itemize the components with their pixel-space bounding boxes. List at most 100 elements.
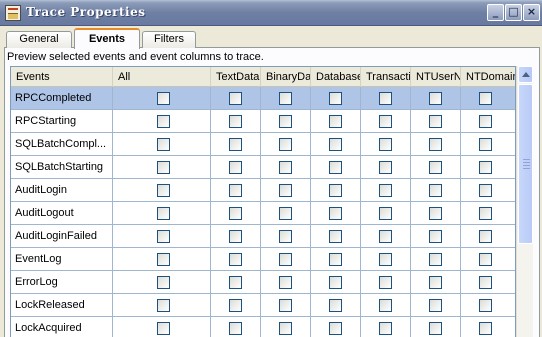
column-header[interactable]: BinaryData [261, 67, 311, 87]
event-column-checkbox[interactable] [379, 207, 392, 220]
event-row[interactable]: RPCStarting [11, 110, 515, 133]
column-header[interactable]: TextData [211, 67, 261, 87]
event-column-checkbox[interactable] [229, 276, 242, 289]
event-column-checkbox[interactable] [229, 299, 242, 312]
column-header[interactable]: TransactionID [361, 67, 411, 87]
event-column-checkbox[interactable] [229, 230, 242, 243]
event-column-checkbox[interactable] [157, 92, 170, 105]
event-column-checkbox[interactable] [329, 115, 342, 128]
event-column-checkbox[interactable] [429, 253, 442, 266]
event-column-checkbox[interactable] [279, 92, 292, 105]
event-column-checkbox[interactable] [229, 207, 242, 220]
event-column-checkbox[interactable] [279, 115, 292, 128]
vertical-scrollbar[interactable] [516, 66, 533, 337]
column-header[interactable]: NTDomainName [461, 67, 515, 87]
event-column-checkbox[interactable] [279, 322, 292, 335]
event-column-checkbox[interactable] [379, 92, 392, 105]
event-column-checkbox[interactable] [157, 322, 170, 335]
event-column-checkbox[interactable] [329, 276, 342, 289]
event-row[interactable]: LockAcquired [11, 317, 515, 337]
event-column-checkbox[interactable] [329, 92, 342, 105]
maximize-button[interactable]: □ [505, 4, 522, 21]
event-column-checkbox[interactable] [379, 230, 392, 243]
event-column-checkbox[interactable] [229, 253, 242, 266]
scroll-thumb[interactable] [518, 84, 533, 244]
event-column-checkbox[interactable] [279, 138, 292, 151]
event-column-checkbox[interactable] [329, 138, 342, 151]
event-row[interactable]: SQLBatchStarting [11, 156, 515, 179]
event-column-checkbox[interactable] [329, 184, 342, 197]
close-button[interactable]: × [523, 4, 540, 21]
event-column-checkbox[interactable] [479, 299, 492, 312]
event-row[interactable]: ErrorLog [11, 271, 515, 294]
event-column-checkbox[interactable] [429, 299, 442, 312]
event-column-checkbox[interactable] [479, 322, 492, 335]
event-column-checkbox[interactable] [229, 138, 242, 151]
event-column-checkbox[interactable] [479, 115, 492, 128]
event-column-checkbox[interactable] [429, 184, 442, 197]
event-column-checkbox[interactable] [329, 207, 342, 220]
event-column-checkbox[interactable] [157, 138, 170, 151]
event-column-checkbox[interactable] [279, 230, 292, 243]
event-column-checkbox[interactable] [479, 207, 492, 220]
event-column-checkbox[interactable] [379, 253, 392, 266]
event-column-checkbox[interactable] [479, 276, 492, 289]
event-column-checkbox[interactable] [429, 276, 442, 289]
event-column-checkbox[interactable] [429, 115, 442, 128]
event-column-checkbox[interactable] [279, 253, 292, 266]
event-column-checkbox[interactable] [479, 184, 492, 197]
event-column-checkbox[interactable] [329, 322, 342, 335]
event-row[interactable]: AuditLogout [11, 202, 515, 225]
event-column-checkbox[interactable] [329, 161, 342, 174]
event-row[interactable]: SQLBatchCompl... [11, 133, 515, 156]
event-column-checkbox[interactable] [379, 161, 392, 174]
event-column-checkbox[interactable] [429, 322, 442, 335]
event-column-checkbox[interactable] [429, 161, 442, 174]
column-header[interactable]: DatabaseID [311, 67, 361, 87]
event-column-checkbox[interactable] [329, 253, 342, 266]
event-column-checkbox[interactable] [379, 115, 392, 128]
event-column-checkbox[interactable] [479, 230, 492, 243]
event-column-checkbox[interactable] [229, 184, 242, 197]
tab-general[interactable]: General [6, 31, 72, 48]
event-column-checkbox[interactable] [229, 322, 242, 335]
event-column-checkbox[interactable] [429, 207, 442, 220]
event-row[interactable]: LockReleased [11, 294, 515, 317]
tab-events[interactable]: Events [74, 28, 140, 49]
event-column-checkbox[interactable] [479, 161, 492, 174]
event-column-checkbox[interactable] [429, 92, 442, 105]
event-column-checkbox[interactable] [229, 92, 242, 105]
event-column-checkbox[interactable] [329, 230, 342, 243]
event-column-checkbox[interactable] [157, 299, 170, 312]
column-header[interactable]: NTUserName [411, 67, 461, 87]
event-column-checkbox[interactable] [379, 184, 392, 197]
event-column-checkbox[interactable] [229, 161, 242, 174]
event-column-checkbox[interactable] [329, 299, 342, 312]
event-row[interactable]: AuditLogin [11, 179, 515, 202]
tab-filters[interactable]: Filters [142, 31, 196, 48]
title-bar[interactable]: Trace Properties _ □ × [0, 0, 542, 26]
event-column-checkbox[interactable] [157, 115, 170, 128]
column-header[interactable]: Events [11, 67, 113, 87]
event-column-checkbox[interactable] [429, 230, 442, 243]
event-column-checkbox[interactable] [279, 207, 292, 220]
event-column-checkbox[interactable] [279, 161, 292, 174]
event-column-checkbox[interactable] [157, 207, 170, 220]
event-column-checkbox[interactable] [157, 253, 170, 266]
event-row[interactable]: AuditLoginFailed [11, 225, 515, 248]
event-row[interactable]: RPCCompleted [11, 87, 515, 110]
event-column-checkbox[interactable] [379, 322, 392, 335]
event-column-checkbox[interactable] [157, 161, 170, 174]
event-column-checkbox[interactable] [157, 276, 170, 289]
event-column-checkbox[interactable] [379, 138, 392, 151]
event-column-checkbox[interactable] [479, 92, 492, 105]
event-column-checkbox[interactable] [279, 276, 292, 289]
column-header[interactable]: All [113, 67, 211, 87]
event-column-checkbox[interactable] [229, 115, 242, 128]
event-column-checkbox[interactable] [479, 253, 492, 266]
event-column-checkbox[interactable] [429, 138, 442, 151]
minimize-button[interactable]: _ [487, 4, 504, 21]
event-column-checkbox[interactable] [379, 276, 392, 289]
event-column-checkbox[interactable] [157, 184, 170, 197]
scroll-up-arrow-icon[interactable] [518, 66, 533, 83]
